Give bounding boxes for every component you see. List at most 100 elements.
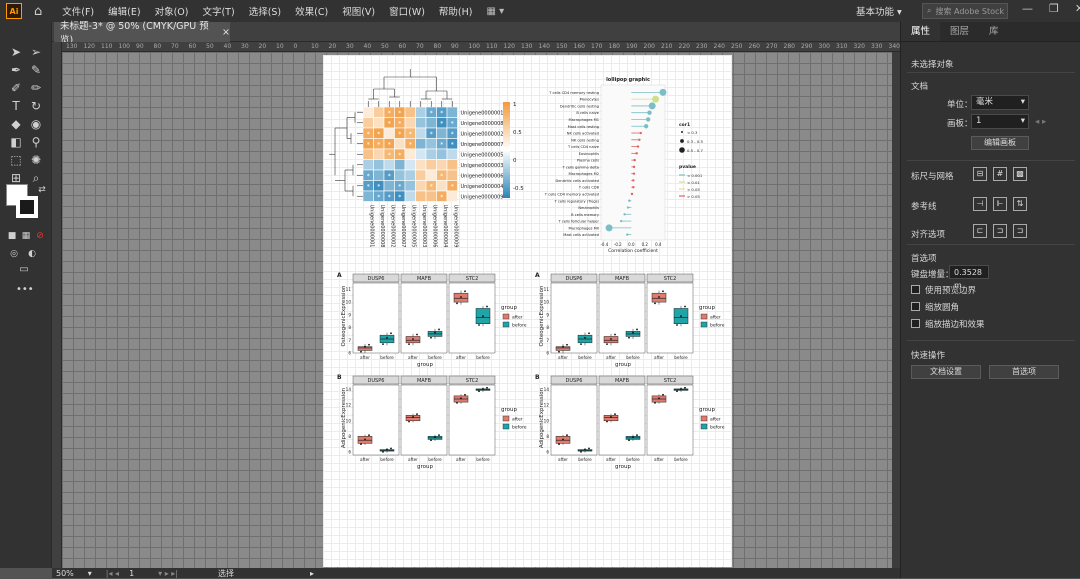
vertical-scrollbar[interactable] (892, 52, 900, 568)
box-point (416, 413, 418, 416)
close-tab-icon[interactable]: × (222, 27, 230, 38)
arrange-documents-icon[interactable]: ▦ ▾ (486, 6, 504, 17)
guides-toggle-icon[interactable]: ⊣ (973, 197, 987, 211)
figure-artwork[interactable]: * * * ** * * ** * * * * ** * * * * ** ** * ** * * * ** * * *Unigen… (323, 55, 732, 567)
preview-bounds-checkbox[interactable] (911, 285, 920, 294)
gradient-tool-icon[interactable]: ◧ (8, 134, 24, 150)
menu-item-5[interactable]: 效果(C) (293, 4, 330, 18)
ruler-toggle-icon[interactable]: ⊟ (973, 167, 987, 181)
keyboard-increment-input[interactable]: 0.3528 m (949, 265, 989, 290)
artboard[interactable]: * * * * * * * * * * * * * * * * * * * * * * * * * * * * * * * * * * Unigen… (323, 55, 732, 567)
menu-item-2[interactable]: 对象(O) (153, 4, 191, 18)
box-point (408, 420, 410, 423)
zoom-level[interactable]: 50% (56, 569, 74, 578)
pen-tool-icon[interactable]: ✒ (8, 62, 24, 78)
legend-swatch-before (502, 321, 510, 328)
align-right-icon[interactable]: ⊐ (1013, 224, 1027, 238)
vertical-ruler[interactable] (52, 42, 62, 568)
artboard-select[interactable]: 1 ▾ (971, 114, 1029, 129)
transparency-grid-icon[interactable]: ▩ (1013, 167, 1027, 181)
panel-tab-0[interactable]: 属性 (901, 22, 941, 41)
box-point (478, 324, 480, 326)
box-ytick: 11 (544, 287, 550, 292)
stroke-swatch[interactable] (16, 196, 38, 218)
menu-item-6[interactable]: 视图(V) (340, 4, 377, 18)
stock-search-input[interactable]: ⌕ 搜索 Adobe Stock (922, 3, 1008, 19)
smart-guides-icon[interactable]: ⇅ (1013, 197, 1027, 211)
ruler-number: 240 (713, 43, 725, 50)
heatmap-star: * (451, 183, 454, 190)
heatmap: * * * ** * * ** * * * * ** * * * * ** ** * ** * * * ** * * *Unigen… (329, 69, 524, 247)
zoom-dropdown-icon[interactable]: ▾ (88, 569, 92, 578)
divider (907, 244, 1075, 245)
box-point (680, 315, 682, 317)
heatmap-star: * (367, 173, 370, 180)
restore-icon[interactable]: ❐ (1049, 2, 1059, 15)
document-tab[interactable]: 未标题-3* @ 50% (CMYK/GPU 预览) × (54, 21, 230, 46)
none-mode-icon[interactable]: ⊘ (32, 228, 48, 244)
workspace-switcher[interactable]: 基本功能 ▾ (856, 4, 902, 18)
selection-tool-icon[interactable]: ➤ (8, 44, 24, 60)
pencil-tool-icon[interactable]: ✏ (28, 80, 44, 96)
box-ytick: 10 (346, 300, 352, 305)
eraser-tool-icon[interactable]: ◆ (8, 116, 24, 132)
edit-artboard-button[interactable]: 编辑画板 (971, 136, 1029, 150)
preferences-button[interactable]: 首选项 (989, 365, 1059, 379)
heatmap-cell (425, 117, 437, 129)
menu-item-8[interactable]: 帮助(H) (437, 4, 475, 18)
lollipop-point (652, 95, 660, 103)
scale-strokes-checkbox[interactable] (911, 319, 920, 328)
ruler-number: 120 (83, 43, 95, 50)
symbol-sprayer-icon[interactable]: ✺ (28, 152, 44, 168)
menu-item-7[interactable]: 窗口(W) (387, 4, 427, 18)
legend-color-label: < 0.01 (687, 180, 700, 185)
menu-item-4[interactable]: 选择(S) (247, 4, 283, 18)
home-icon[interactable]: ⌂ (34, 4, 42, 19)
legend-color-label: < 0.05 (687, 187, 700, 192)
lollipop-tick: 0.4 (655, 242, 662, 247)
box-point (654, 302, 656, 305)
heatmap-star: * (440, 141, 443, 148)
units-select[interactable]: 毫米 ▾ (971, 95, 1029, 110)
swap-fill-stroke-icon[interactable]: ⇄ (34, 182, 50, 198)
artboard-number[interactable]: 1 (129, 569, 134, 578)
close-icon[interactable]: ✕ (1075, 2, 1080, 15)
canvas[interactable]: * * * * * * * * * * * * * * * * * * * * * * * * * * * * * * * * * * Unigen… (62, 52, 900, 568)
screen-mode-icon[interactable]: ▭ (16, 262, 32, 278)
artboard-nav-icon[interactable]: ◂ ▸ (1035, 117, 1046, 127)
menu-item-1[interactable]: 编辑(E) (106, 4, 142, 18)
align-left-icon[interactable]: ⊏ (973, 224, 987, 238)
heatmap-cell (404, 159, 416, 171)
type-tool-icon[interactable]: T (8, 98, 24, 114)
menu-item-3[interactable]: 文字(T) (200, 4, 236, 18)
scale-corners-checkbox[interactable] (911, 302, 920, 311)
ruler-number: 190 (626, 43, 638, 50)
next-artboard-icon[interactable]: ▾ ▸ ▸| (158, 569, 178, 578)
heatmap-row-label: Unigene0000006 (461, 173, 504, 179)
draw-inside-icon[interactable]: ◐ (24, 246, 40, 262)
grid-toggle-icon[interactable]: # (993, 167, 1007, 181)
warp-tool-icon[interactable]: ◉ (28, 116, 44, 132)
shape-builder-icon[interactable]: ⬚ (8, 152, 24, 168)
direct-selection-icon[interactable]: ➢ (28, 44, 44, 60)
document-setup-button[interactable]: 文档设置 (911, 365, 981, 379)
curvature-tool-icon[interactable]: ✎ (28, 62, 44, 78)
panel-tab-1[interactable]: 图层 (940, 22, 979, 41)
minimize-icon[interactable]: — (1022, 2, 1033, 15)
lock-guides-icon[interactable]: ⊩ (993, 197, 1007, 211)
eyedropper-icon[interactable]: ⚲ (28, 134, 44, 150)
box-ytick: 8 (348, 434, 351, 439)
align-options-label: 对齐选项 (911, 230, 946, 240)
draw-mode-icon[interactable]: ◎ (6, 246, 22, 262)
panel-tab-2[interactable]: 库 (979, 22, 1009, 41)
heatmap-col-label: Unigene0000001 (368, 205, 374, 248)
status-play-icon[interactable]: ▸ (310, 569, 314, 578)
more-tools-icon[interactable]: ••• (16, 282, 34, 298)
horizontal-ruler[interactable]: 130 120 110 100 90 80 70 60 50 40 30 20 10 0 10 20 30 40 5… (60, 42, 900, 52)
rotate-tool-icon[interactable]: ↻ (28, 98, 44, 114)
box-legend-title: group (501, 305, 517, 311)
brush-tool-icon[interactable]: ✐ (8, 80, 24, 96)
menu-item-0[interactable]: 文件(F) (60, 4, 96, 18)
align-center-icon[interactable]: ⊐ (993, 224, 1007, 238)
first-artboard-icon[interactable]: |◂ ◂ (106, 569, 119, 578)
